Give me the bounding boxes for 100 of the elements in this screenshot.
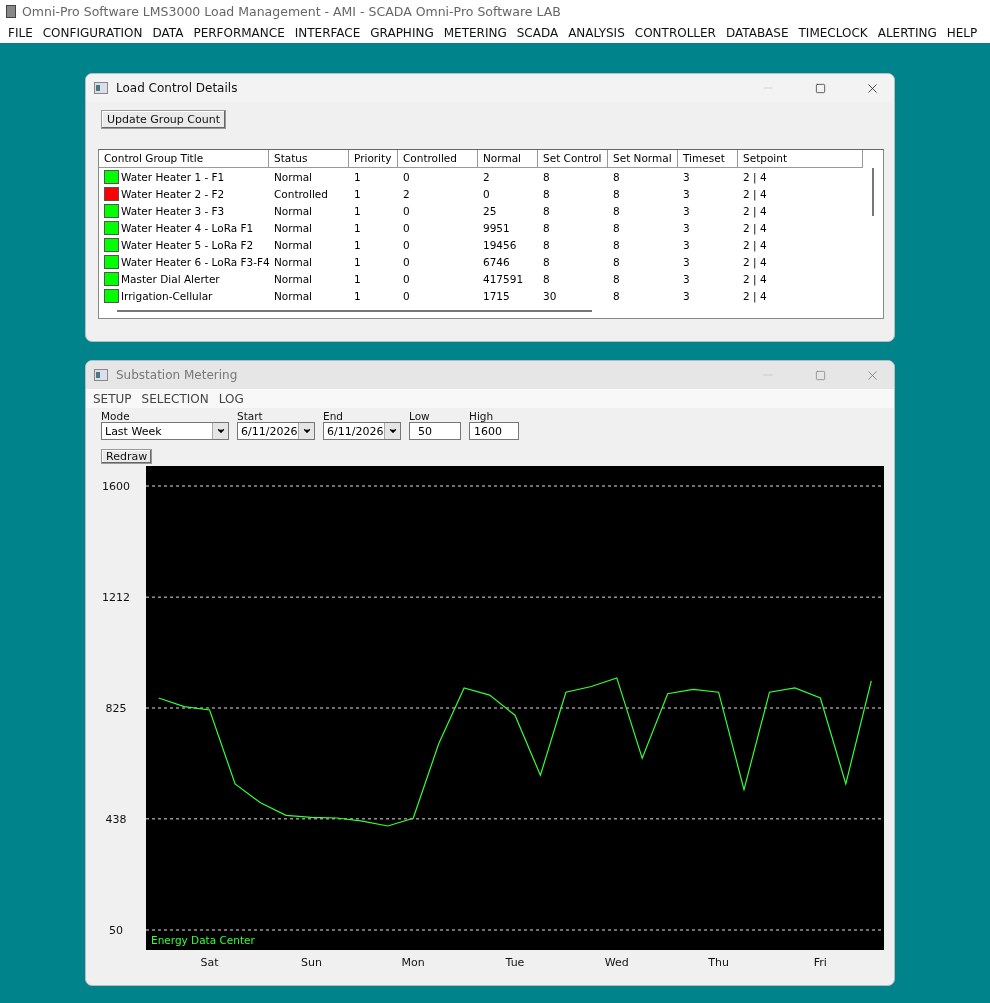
column-header[interactable]: Set Normal [608,150,678,168]
table-cell-text: 3 [682,271,691,287]
menu-item[interactable]: ALERTING [872,25,942,40]
input-field[interactable]: 50 [409,422,461,440]
table-cell-text: 3 [682,203,691,219]
maximize-icon [814,82,826,94]
table-cell-text: 2 | 4 [742,237,768,253]
group-title: Master Dial Alerter [121,272,220,285]
group-title: Water Heater 2 - F2 [121,187,225,200]
column-header[interactable]: Timeset [678,150,738,168]
table-cell-text: 2 | 4 [742,186,768,202]
table-cell-text: 8 [542,169,551,185]
menu-item[interactable]: CONTROLLER [629,25,721,40]
table-cell-text: 1 [353,271,362,287]
table-cell-text: 0 [402,237,411,253]
table-cell-text: 3 [682,288,691,304]
menu-item[interactable]: SETUP [88,391,137,406]
menu-item[interactable]: DATA [147,25,189,40]
x-axis-label: Wed [604,956,629,969]
menu-item[interactable]: INTERFACE [289,25,366,40]
table-cell-text: Normal [273,203,313,219]
table-cell-text: 3 [682,169,691,185]
dropdown-field[interactable]: 6/11/2026 [323,422,401,440]
table-cell-text: 2 | 4 [742,169,768,185]
table-cell-text: 3 [682,237,691,253]
table-cell-text: 0 [402,169,411,185]
table-cell-text: 1 [353,220,362,236]
table-cell-text: 8 [612,169,621,185]
menu-item[interactable]: ANALYSIS [563,25,630,40]
menu-item[interactable]: DATABASE [720,25,794,40]
table-cell-text: 8 [612,220,621,236]
column-header[interactable]: Set Control [538,150,608,168]
table-cell-text: 1 [353,169,362,185]
table-cell-text: 0 [402,220,411,236]
field-label: Start [237,410,264,422]
group-title: Water Heater 4 - LoRa F1 [121,221,254,234]
table-cell-text: 8 [612,271,621,287]
input-field[interactable]: 1600 [469,422,519,440]
menu-item[interactable]: SCADA [511,25,564,40]
table-cell-text: 0 [402,288,411,304]
table-cell-text: 8 [612,186,621,202]
table-cell-text: 8 [612,237,621,253]
dropdown-arrow-icon [301,426,312,436]
table-cell-text: 8 [542,254,551,270]
dropdown-field[interactable]: 6/11/2026 [237,422,315,440]
menu-item[interactable]: METERING [438,25,512,40]
table-cell-text: 2 | 4 [742,203,768,219]
table-cell-text: 8 [542,237,551,253]
table-cell-text: 0 [402,254,411,270]
table-cell-text: 9951 [482,220,511,236]
y-axis-label: 1212 [102,591,130,605]
table-cell-text: 1 [353,254,362,270]
table-cell-text: Controlled [273,186,329,202]
menu-item[interactable]: HELP [941,25,983,40]
table-cell-text: 3 [682,186,691,202]
dropdown-field[interactable]: Last Week [101,422,229,440]
table-cell-text: Normal [273,271,313,287]
table-cell-text: 30 [542,288,558,304]
menu-item[interactable]: PERFORMANCE [188,25,290,40]
menu-item[interactable]: SELECTION [136,391,214,406]
table-cell-text: 1 [353,203,362,219]
table-cell-text: 2 | 4 [742,254,768,270]
chart-caption: Energy Data Center [151,934,255,946]
group-title: Irrigation-Cellular [121,289,213,302]
y-axis-label: 50 [109,924,123,937]
column-header[interactable]: Priority [349,150,398,168]
window-title: Substation Metering [116,368,239,382]
column-header[interactable]: Controlled [398,150,478,168]
redraw-button[interactable]: Redraw [101,449,153,464]
group-title: Water Heater 6 - LoRa F3-F4 [121,255,270,268]
table-cell-text: Normal [273,237,313,253]
table-cell-text: 1715 [482,288,511,304]
scrollbar-thumb[interactable] [872,168,874,216]
column-header[interactable]: Control Group Title [99,150,269,168]
scrollbar-thumb[interactable] [117,310,592,312]
y-axis-label: 1600 [102,480,130,493]
window-title: Load Control Details [116,81,239,95]
table-cell-text: 8 [542,203,551,219]
menu-item[interactable]: CONFIGURATION [37,25,148,40]
y-axis-label: 438 [105,812,127,826]
menu-item[interactable]: FILE [3,25,38,40]
x-axis-label: Thu [708,956,729,969]
field-label: Mode [101,410,131,422]
table-cell-text: Normal [273,220,313,236]
dropdown-arrow-icon [215,426,226,436]
menu-item[interactable]: GRAPHING [365,25,439,40]
column-header[interactable]: Setpoint [738,150,863,168]
menu-item[interactable]: LOG [213,391,249,406]
table-cell-text: 8 [542,220,551,236]
update-group-count-button[interactable]: Update Group Count [101,110,226,129]
table-cell-text: 2 [402,186,411,202]
x-axis-label: Sat [200,956,219,969]
table-cell-text: 1 [353,288,362,304]
table-cell-text: Normal [273,254,313,270]
table-cell-text: Normal [273,169,313,185]
table-cell-text: 0 [402,271,411,287]
menu-item[interactable]: TIMECLOCK [793,25,873,40]
column-header[interactable]: Status [269,150,349,168]
table-cell-text: 2 | 4 [742,220,768,236]
column-header[interactable]: Normal [478,150,538,168]
